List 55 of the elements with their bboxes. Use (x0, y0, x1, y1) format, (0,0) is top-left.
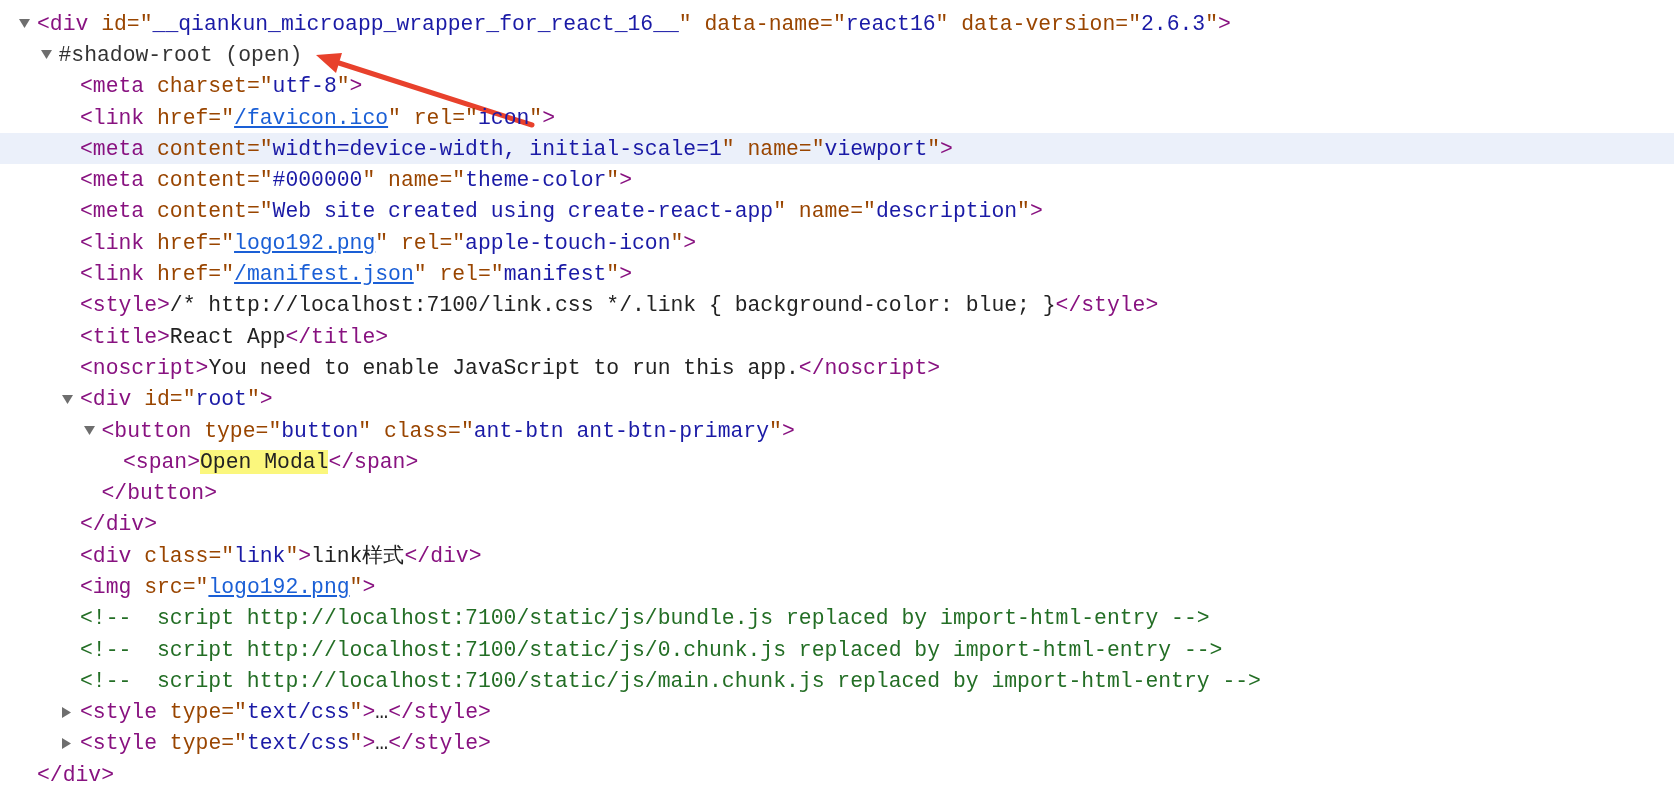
code-line: <!-- script http://localhost:7100/static/js/0.chunk.js replaced by import-html-entry --> (80, 636, 1223, 663)
code-line: <title>React App</title> (80, 323, 389, 350)
code-line: <div id="root"> (80, 386, 273, 413)
tree-row[interactable]: <title>React App</title> (0, 320, 1674, 353)
expanded-triangle-icon[interactable] (62, 394, 73, 404)
code-line: <style type="text/css">…</style> (80, 730, 491, 757)
collapsed-triangle-icon[interactable] (62, 706, 71, 718)
tree-row[interactable]: #shadow-root (open) (0, 39, 1674, 71)
code-line: <style>/* http://localhost:7100/link.css */.link { background-color: blue; }</style> (80, 292, 1159, 319)
tree-row[interactable]: <noscript>You need to enable JavaScript to run this app.</noscript> (0, 352, 1674, 384)
tree-row[interactable]: <div id="root"> (0, 383, 1674, 415)
code-line: <!-- script http://localhost:7100/static/js/main.chunk.js replaced by import-html-entry --> (80, 667, 1261, 694)
code-line: <!-- script http://localhost:7100/static/js/bundle.js replaced by import-html-entry --> (80, 605, 1210, 632)
tree-row[interactable]: <div id="__qiankun_microapp_wrapper_for_react_16__" data-name="react16" data-version="2.6.3"> (0, 8, 1674, 40)
tree-row[interactable]: <div class="link">link样式</div> (0, 540, 1674, 572)
tree-row[interactable]: <meta content="#000000" name="theme-color"> (0, 164, 1674, 196)
code-line: <img src="logo192.png"> (80, 574, 376, 600)
tree-row[interactable]: <meta charset="utf-8"> (0, 70, 1674, 102)
collapsed-triangle-icon[interactable] (62, 737, 71, 749)
tree-row[interactable]: <link href="logo192.png" rel="apple-touch-icon"> (0, 227, 1674, 259)
expanded-triangle-icon[interactable] (19, 19, 30, 29)
closing-tag: </button> (101, 480, 218, 507)
code-line: <meta content="width=device-width, initial-scale=1" name="viewport"> (80, 135, 953, 162)
code-line: <button type="button" class="ant-btn ant-btn-primary"> (101, 417, 795, 444)
code-line: <noscript>You need to enable JavaScript to run this app.</noscript> (80, 354, 941, 381)
code-line: <link href="logo192.png" rel="apple-touch-icon"> (80, 229, 697, 256)
code-line: <meta content="Web site created using create-react-app" name="description"> (80, 198, 1043, 225)
tree-row[interactable]: <!-- script http://localhost:7100/static/js/0.chunk.js replaced by import-html-entry --> (0, 633, 1674, 666)
tree-row[interactable]: <!-- script http://localhost:7100/static/js/main.chunk.js replaced by import-html-entry --> (0, 665, 1674, 697)
tree-row[interactable]: <meta content="Web site created using create-react-app" name="description"> (0, 195, 1674, 228)
closing-tag: </div> (37, 761, 115, 788)
code-line: <link href="/manifest.json" rel="manifest"> (80, 261, 632, 287)
code-line: <span>Open Modal</span> (123, 448, 419, 475)
tree-row[interactable]: <!-- script http://localhost:7100/static/js/bundle.js replaced by import-html-entry --> (0, 602, 1674, 634)
closing-tag: </div> (80, 511, 158, 538)
tree-row[interactable]: <style type="text/css">…</style> (0, 696, 1674, 728)
expanded-triangle-icon[interactable] (40, 50, 52, 60)
code-line: <style type="text/css">…</style> (80, 699, 491, 726)
tree-row[interactable]: <span>Open Modal</span> (0, 446, 1674, 478)
tree-row[interactable]: <style>/* http://localhost:7100/link.css */.link { background-color: blue; }</style> (0, 289, 1674, 321)
url-link[interactable]: logo192.png (234, 230, 376, 255)
tree-row[interactable]: <img src="logo192.png"> (0, 571, 1674, 603)
tree-row[interactable]: <button type="button" class="ant-btn ant-btn-primary"> (0, 414, 1674, 447)
code-line: <meta charset="utf-8"> (80, 73, 363, 100)
expanded-triangle-icon[interactable] (83, 426, 95, 435)
url-link[interactable]: /manifest.json (234, 262, 414, 286)
code-line: <meta content="#000000" name="theme-color"> (80, 167, 632, 194)
code-line: <div id="__qiankun_microapp_wrapper_for_react_16__" data-name="react16" data-version="2.6.3"> (37, 10, 1231, 37)
code-line: <div class="link">link样式</div> (80, 542, 482, 569)
tree-row[interactable]: <style type="text/css">…</style> (0, 727, 1674, 760)
url-link[interactable]: /favicon.ico (234, 105, 389, 130)
url-link[interactable]: logo192.png (208, 575, 350, 599)
hovered-row[interactable]: <meta content="width=device-width, initial-scale=1" name="viewport"> (0, 133, 1674, 165)
code-line: #shadow-root (open) (58, 41, 303, 68)
tree-row[interactable]: <link href="/manifest.json" rel="manifest"> (0, 258, 1674, 290)
